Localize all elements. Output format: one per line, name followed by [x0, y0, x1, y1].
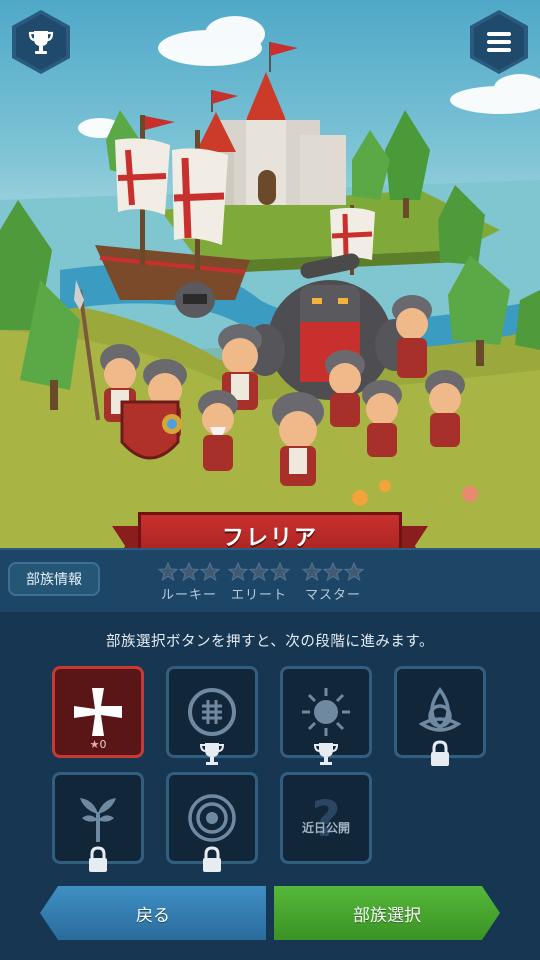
ring-emblem-icon [188, 794, 236, 842]
trophy-icon [313, 743, 339, 765]
svg-text:?: ? [311, 790, 340, 846]
game-scene [0, 0, 540, 548]
tribe-tile-knot[interactable] [166, 666, 258, 765]
rank-stars [302, 562, 364, 582]
star-icon [179, 562, 199, 582]
scene-illustration [0, 16, 540, 548]
tribe-tile-cross[interactable]: ★0 [52, 666, 144, 758]
star-icon [270, 562, 290, 582]
question-mark-icon: ? [311, 790, 340, 846]
star-icon [323, 562, 343, 582]
tribe-tile-coming-soon[interactable]: ? 近日公開 [280, 772, 372, 864]
tribe-select-button[interactable]: 部族選択 [274, 886, 500, 940]
cross-emblem-icon [74, 688, 122, 736]
tribe-tile-triquetra[interactable] [394, 666, 486, 766]
sun-emblem-icon [302, 688, 350, 736]
tribe-tile-tree[interactable] [52, 772, 144, 872]
star-icon [344, 562, 364, 582]
star-icon [228, 562, 248, 582]
tribe-info-button[interactable]: 部族情報 [8, 562, 100, 596]
rank-label: エリート [230, 588, 287, 603]
trophy-icon [28, 31, 54, 54]
tree-emblem-icon [80, 798, 116, 842]
star-icon: ★ [89, 738, 100, 751]
instruction-text: 部族選択ボタンを押すと、次の段階に進みます。 [106, 634, 434, 650]
rank-elite: エリート [228, 562, 290, 603]
lock-icon [89, 846, 107, 872]
lock-icon [203, 846, 221, 872]
rank-stars [228, 562, 290, 582]
rank-label: ルーキー [160, 588, 217, 603]
info-bar: 部族情報 ルーキー エリート マスター [0, 548, 540, 614]
rank-stars [158, 562, 220, 582]
tribe-tile-sun[interactable] [280, 666, 372, 765]
star-icon [249, 562, 269, 582]
star-icon [158, 562, 178, 582]
trophy-icon [199, 743, 225, 765]
knot-emblem-icon [188, 688, 236, 736]
rank-rookie: ルーキー [158, 562, 220, 603]
tribe-select-panel: 部族選択ボタンを押すと、次の段階に進みます。 ★0 ? 近日公開 戻る 部族選択 [0, 612, 540, 960]
rank-label: マスター [304, 588, 361, 603]
triquetra-emblem-icon [418, 687, 462, 732]
coming-soon-label: 近日公開 [301, 821, 350, 835]
lock-icon [431, 740, 449, 766]
star-icon [302, 562, 322, 582]
tribe-star-count: ★0 [89, 738, 107, 751]
rank-master: マスター [302, 562, 364, 603]
back-button[interactable]: 戻る [40, 886, 266, 940]
tribe-tile-ring[interactable] [166, 772, 258, 872]
star-icon [200, 562, 220, 582]
hamburger-icon [487, 28, 511, 56]
